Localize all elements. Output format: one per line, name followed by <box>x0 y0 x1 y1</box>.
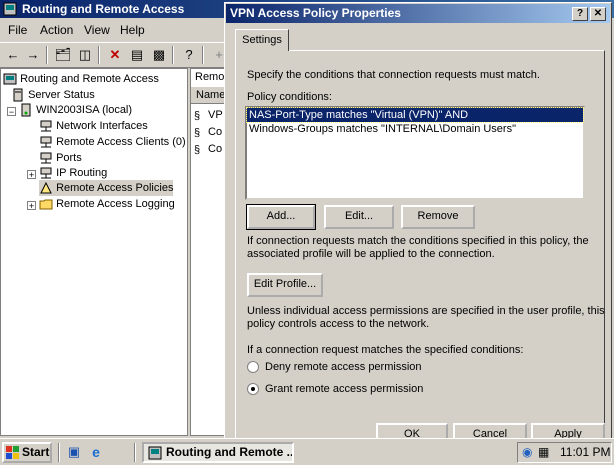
menu-view[interactable]: View <box>84 23 110 37</box>
properties-icon[interactable]: ▤ <box>128 46 146 64</box>
routing-root-icon <box>3 73 17 85</box>
taskbar-separator <box>134 443 136 462</box>
taskbar: Start ▣ e Routing and Remote ... ◉ ▦ 11:… <box>0 438 614 465</box>
tree-item-ports[interactable]: Ports <box>39 150 82 166</box>
show-desktop-icon[interactable]: ▣ <box>66 444 82 460</box>
condition-item[interactable]: Windows-Groups matches "INTERNAL\Domain … <box>247 122 583 136</box>
vpn-policy-dialog: VPN Access Policy Properties ? ✕ Setting… <box>224 2 612 443</box>
tree-item-label: Remote Access Clients (0) <box>56 136 186 148</box>
forward-arrow-icon[interactable]: → <box>24 46 42 64</box>
tree-root-label: Routing and Remote Access <box>20 73 159 85</box>
policy-conditions-list[interactable]: NAS-Port-Type matches "Virtual (VPN)" AN… <box>245 106 585 200</box>
remove-button[interactable]: Remove <box>401 205 475 229</box>
toolbar-separator <box>172 46 174 64</box>
tree-item-label: Network Interfaces <box>56 120 148 132</box>
help-icon[interactable]: ? <box>180 46 198 64</box>
deny-label[interactable]: Deny remote access permission <box>265 361 422 374</box>
tree-root[interactable]: Routing and Remote Access <box>3 71 159 87</box>
up-folder-icon[interactable]: 🗂 <box>54 46 72 64</box>
tree-item-ip-routing[interactable]: IP Routing <box>39 165 107 181</box>
add-button[interactable]: Add... <box>246 204 316 230</box>
match-text-line2: associated profile will be applied to th… <box>247 248 495 260</box>
windows-logo-icon <box>6 446 19 459</box>
policy-icon: § <box>194 110 201 123</box>
condition-item-selected[interactable]: NAS-Port-Type matches "Virtual (VPN)" AN… <box>246 107 584 123</box>
policy-icon: § <box>194 144 201 157</box>
task-routing-and-remote-access[interactable]: Routing and Remote ... <box>142 442 294 463</box>
tree-item-server-status[interactable]: Server Status <box>11 87 95 103</box>
task-label: Routing and Remote ... <box>166 445 294 459</box>
system-tray: ◉ ▦ 11:01 PM <box>517 442 612 463</box>
routing-icon <box>40 167 52 179</box>
start-button[interactable]: Start <box>2 442 52 463</box>
toolbar-separator <box>202 46 204 64</box>
server-icon <box>21 103 31 117</box>
tree-item-label: Remote Access Logging <box>56 198 175 210</box>
export-list-icon[interactable]: ▩ <box>150 46 168 64</box>
grant-radio[interactable] <box>247 383 259 395</box>
tree-item-remote-access-clients[interactable]: Remote Access Clients (0) <box>39 134 186 150</box>
taskbar-separator <box>58 443 60 462</box>
routing-app-icon <box>3 2 17 16</box>
menu-action[interactable]: Action <box>40 23 73 37</box>
menu-help[interactable]: Help <box>120 23 145 37</box>
toolbar-separator <box>98 46 100 64</box>
collapse-toggle[interactable]: − <box>7 107 16 117</box>
server-status-icon <box>13 88 23 102</box>
deny-radio[interactable] <box>247 361 259 373</box>
tree-item-label: Ports <box>56 152 82 164</box>
start-label: Start <box>22 445 50 459</box>
intro-text: Specify the conditions that connection r… <box>247 69 540 81</box>
tree-item-server[interactable]: WIN2003ISA (local) <box>19 102 132 118</box>
expand-toggle[interactable]: + <box>27 201 36 211</box>
toolbar: ← → 🗂 ◫ ✕ ▤ ▩ ? + <box>0 42 230 68</box>
show-tree-icon[interactable]: ◫ <box>76 46 94 64</box>
toolbar-separator <box>46 46 48 64</box>
tab-settings[interactable]: Settings <box>235 29 289 51</box>
tree-item-remote-access-logging[interactable]: Remote Access Logging <box>39 196 175 212</box>
policy-icon <box>40 181 52 194</box>
delete-icon[interactable]: ✕ <box>106 46 124 64</box>
close-icon[interactable]: ✕ <box>590 7 606 21</box>
tree-item-label: Remote Access Policies <box>56 182 174 194</box>
clock[interactable]: 11:01 PM <box>560 443 610 462</box>
tree-item-label: WIN2003ISA (local) <box>36 104 133 116</box>
list-item[interactable]: § VP <box>194 107 223 123</box>
grant-label[interactable]: Grant remote access permission <box>265 383 423 396</box>
console-tree: Routing and Remote Access Server Status … <box>0 68 188 436</box>
permission-text-line2: policy controls access to the network. <box>247 318 430 330</box>
dialog-title: VPN Access Policy Properties <box>230 6 401 20</box>
permission-text-line1: Unless individual access permissions are… <box>247 305 605 317</box>
menu-file[interactable]: File <box>8 23 27 37</box>
clients-icon <box>40 136 52 148</box>
network-icon <box>40 120 52 132</box>
folder-icon <box>39 199 53 210</box>
request-text: If a connection request matches the spec… <box>247 344 524 356</box>
policy-icon: § <box>194 127 201 140</box>
edit-button[interactable]: Edit... <box>324 205 394 229</box>
help-caption-button[interactable]: ? <box>572 7 588 21</box>
tree-item-label: Server Status <box>28 89 95 101</box>
dialog-title-bar[interactable]: VPN Access Policy Properties ? ✕ <box>226 4 610 23</box>
main-title: Routing and Remote Access <box>22 2 185 16</box>
list-item[interactable]: § Co <box>194 141 222 157</box>
back-arrow-icon[interactable]: ← <box>4 46 22 64</box>
tree-item-label: IP Routing <box>56 167 108 179</box>
tree-item-network-interfaces[interactable]: Network Interfaces <box>39 118 148 134</box>
menu-bar: File Action View Help <box>0 19 230 41</box>
match-text-line1: If connection requests match the conditi… <box>247 235 589 247</box>
internet-explorer-icon[interactable]: e <box>88 444 104 460</box>
tree-item-remote-access-policies[interactable]: Remote Access Policies <box>39 180 174 196</box>
edit-profile-button[interactable]: Edit Profile... <box>247 273 323 297</box>
conditions-label: Policy conditions: <box>247 91 332 103</box>
server-tray-icon[interactable]: ▦ <box>538 445 549 460</box>
network-tray-icon[interactable]: ◉ <box>522 445 532 460</box>
expand-toggle[interactable]: + <box>27 170 36 180</box>
routing-app-icon <box>148 446 162 460</box>
ports-icon <box>40 152 52 164</box>
list-item[interactable]: § Co <box>194 124 222 140</box>
